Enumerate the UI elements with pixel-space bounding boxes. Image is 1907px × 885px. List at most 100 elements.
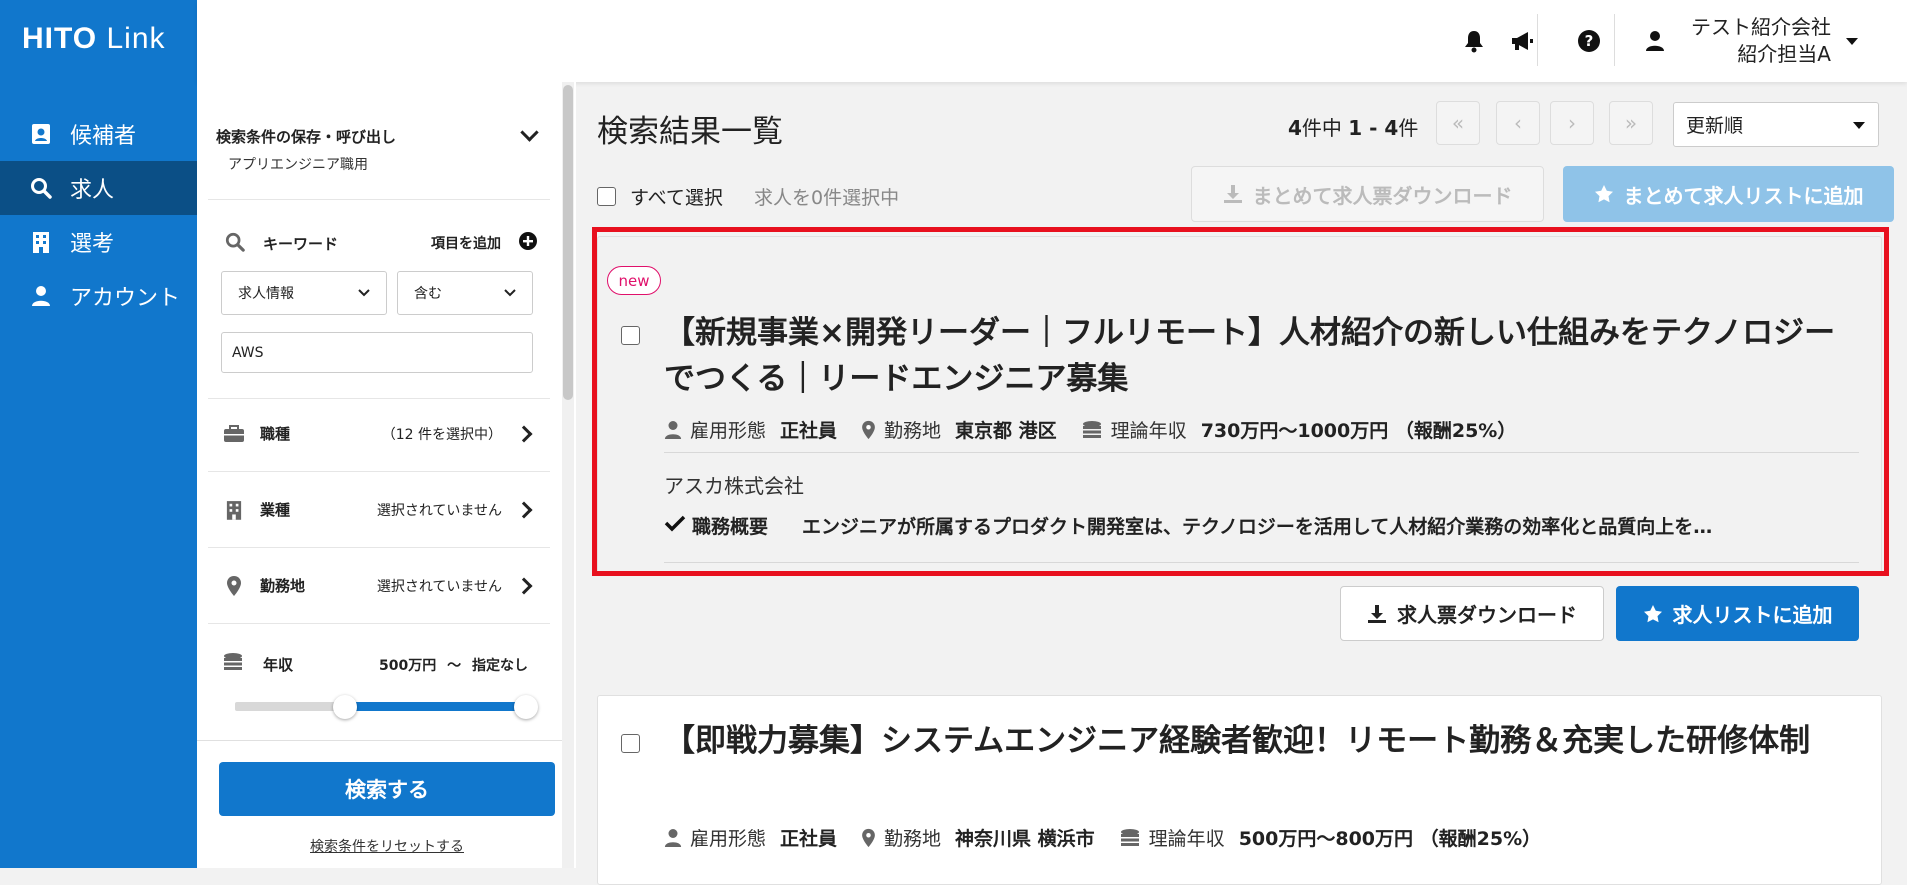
result-count: 4件中 1 - 4件: [1288, 112, 1418, 141]
keyword-input-value: AWS: [232, 344, 264, 361]
nav-item-account[interactable]: アカウント: [0, 269, 197, 323]
chevron-right-icon: [515, 425, 533, 442]
help-icon[interactable]: ?: [1576, 28, 1602, 54]
select-all-checkbox[interactable]: [597, 187, 616, 206]
reset-link[interactable]: 検索条件をリセットする: [219, 836, 555, 856]
download-button[interactable]: 求人票ダウンロード: [1340, 586, 1604, 641]
map-pin-icon: [861, 828, 876, 848]
nav-item-candidates[interactable]: 候補者: [0, 107, 197, 161]
star-icon: [1594, 184, 1614, 204]
select-all-label: すべて選択: [630, 187, 723, 209]
location-value: 選択されていません: [376, 578, 502, 595]
user-menu[interactable]: テスト紹介会社 紹介担当A: [1676, 14, 1831, 68]
next-page-button[interactable]: ›: [1550, 101, 1594, 145]
briefcase-icon: [222, 424, 246, 443]
first-page-button[interactable]: «: [1436, 101, 1480, 145]
new-badge: new: [607, 266, 661, 295]
sidebar-nav: 候補者 求人 選考 アカウント: [0, 107, 197, 323]
divider: [664, 452, 1859, 453]
count-range: 1 - 4: [1348, 116, 1399, 140]
location-value: 神奈川県 横浜市: [955, 828, 1095, 850]
location-value: 東京都 港区: [955, 420, 1057, 442]
count-total: 4: [1288, 116, 1302, 140]
caret-down-icon[interactable]: [1839, 28, 1865, 54]
filter-scrollbar-thumb[interactable]: [563, 85, 573, 400]
bulk-add-label: まとめて求人リストに追加: [1623, 183, 1864, 208]
salary-slider-min-handle[interactable]: [333, 695, 357, 719]
location-label: 勤務地: [884, 828, 942, 850]
job-title[interactable]: 【即戦力募集】システムエンジニア経験者歓迎！リモート勤務＆充実した研修体制: [664, 718, 1844, 764]
count-text: 件中: [1301, 116, 1342, 140]
saved-search-title: 検索条件の保存・呼び出し: [216, 128, 397, 146]
person-icon: [664, 420, 682, 440]
filter-job-type[interactable]: 職種 （12 件を選択中）: [208, 396, 550, 472]
company-name: アスカ株式会社: [664, 474, 804, 498]
user-name: 紹介担当A: [1737, 42, 1831, 66]
keyword-input[interactable]: AWS: [221, 332, 533, 373]
header-divider: [1614, 14, 1615, 66]
last-page-button[interactable]: »: [1609, 101, 1653, 145]
salary-slider-max-handle[interactable]: [514, 695, 538, 719]
filter-industry[interactable]: 業種 選択されていません: [208, 472, 550, 548]
sort-select[interactable]: 更新順: [1673, 102, 1879, 147]
keyword-label: キーワード: [263, 235, 339, 253]
nav-item-selection[interactable]: 選考: [0, 215, 197, 269]
search-icon: [30, 177, 52, 199]
sidebar: HITO Link 候補者 求人 選考 アカウント: [0, 0, 197, 868]
download-icon: [1367, 604, 1387, 624]
salary-value: 500万円〜800万円 （報酬25%）: [1238, 828, 1542, 850]
nav-label: 選考: [70, 232, 115, 257]
megaphone-icon[interactable]: [1509, 28, 1535, 54]
salary-max: 指定なし: [471, 658, 528, 674]
bulk-download-label: まとめて求人票ダウンロード: [1252, 183, 1513, 208]
bell-icon[interactable]: [1461, 28, 1487, 54]
saved-search-section[interactable]: 検索条件の保存・呼び出し アプリエンジニア職用: [208, 82, 550, 200]
app-logo[interactable]: HITO Link: [22, 22, 166, 56]
download-label: 求人票ダウンロード: [1397, 603, 1577, 627]
chevron-right-icon: [515, 501, 533, 518]
coins-icon: [1081, 420, 1103, 440]
building-icon: [222, 500, 246, 520]
job-checkbox[interactable]: [621, 326, 640, 345]
add-to-list-button[interactable]: 求人リストに追加: [1616, 586, 1859, 641]
salary-value: 730万円〜1000万円 （報酬25%）: [1200, 420, 1517, 442]
match-select[interactable]: 含む: [397, 271, 533, 315]
header-divider: [1537, 14, 1538, 66]
add-to-list-label: 求人リストに追加: [1672, 603, 1833, 627]
job-checkbox[interactable]: [621, 734, 640, 753]
map-pin-icon: [861, 420, 876, 440]
field-select[interactable]: 求人情報: [221, 271, 387, 315]
location-label: 勤務地: [260, 577, 306, 595]
logo-light: Link: [106, 22, 166, 55]
match-select-value: 含む: [414, 286, 442, 302]
star-icon: [1643, 604, 1663, 624]
salary-min: 500万円: [379, 658, 437, 674]
location-label: 勤務地: [884, 420, 942, 442]
sort-value: 更新順: [1686, 115, 1744, 137]
filter-location[interactable]: 勤務地 選択されていません: [208, 548, 550, 624]
coins-icon: [1119, 828, 1141, 848]
select-all[interactable]: すべて選択: [597, 183, 723, 210]
map-pin-icon: [222, 575, 246, 597]
search-button[interactable]: 検索する: [219, 762, 555, 816]
nav-label: 候補者: [70, 124, 137, 149]
person-icon: [664, 828, 682, 848]
nav-item-jobs[interactable]: 求人: [0, 161, 197, 215]
nav-label: アカウント: [70, 286, 181, 311]
plus-circle-icon[interactable]: [519, 232, 537, 254]
chevron-down-icon[interactable]: [520, 123, 539, 142]
download-icon: [1223, 184, 1243, 204]
industry-value: 選択されていません: [376, 502, 502, 519]
employment-value: 正社員: [780, 420, 838, 442]
divider: [664, 562, 1859, 563]
selected-count: 求人を0件選択中: [754, 187, 900, 209]
add-item-link[interactable]: 項目を追加: [431, 233, 501, 253]
job-title[interactable]: 【新規事業×開発リーダー｜フルリモート】人材紹介の新しい仕組みをテクノロジーでつ…: [664, 310, 1844, 402]
employment-value: 正社員: [780, 828, 838, 850]
bulk-add-list-button[interactable]: まとめて求人リストに追加: [1563, 166, 1894, 222]
saved-search-name: アプリエンジニア職用: [228, 157, 368, 173]
candidate-icon: [30, 123, 52, 145]
prev-page-button[interactable]: ‹: [1496, 101, 1540, 145]
bulk-download-button[interactable]: まとめて求人票ダウンロード: [1191, 166, 1544, 222]
salary-slider-fill: [347, 702, 530, 711]
